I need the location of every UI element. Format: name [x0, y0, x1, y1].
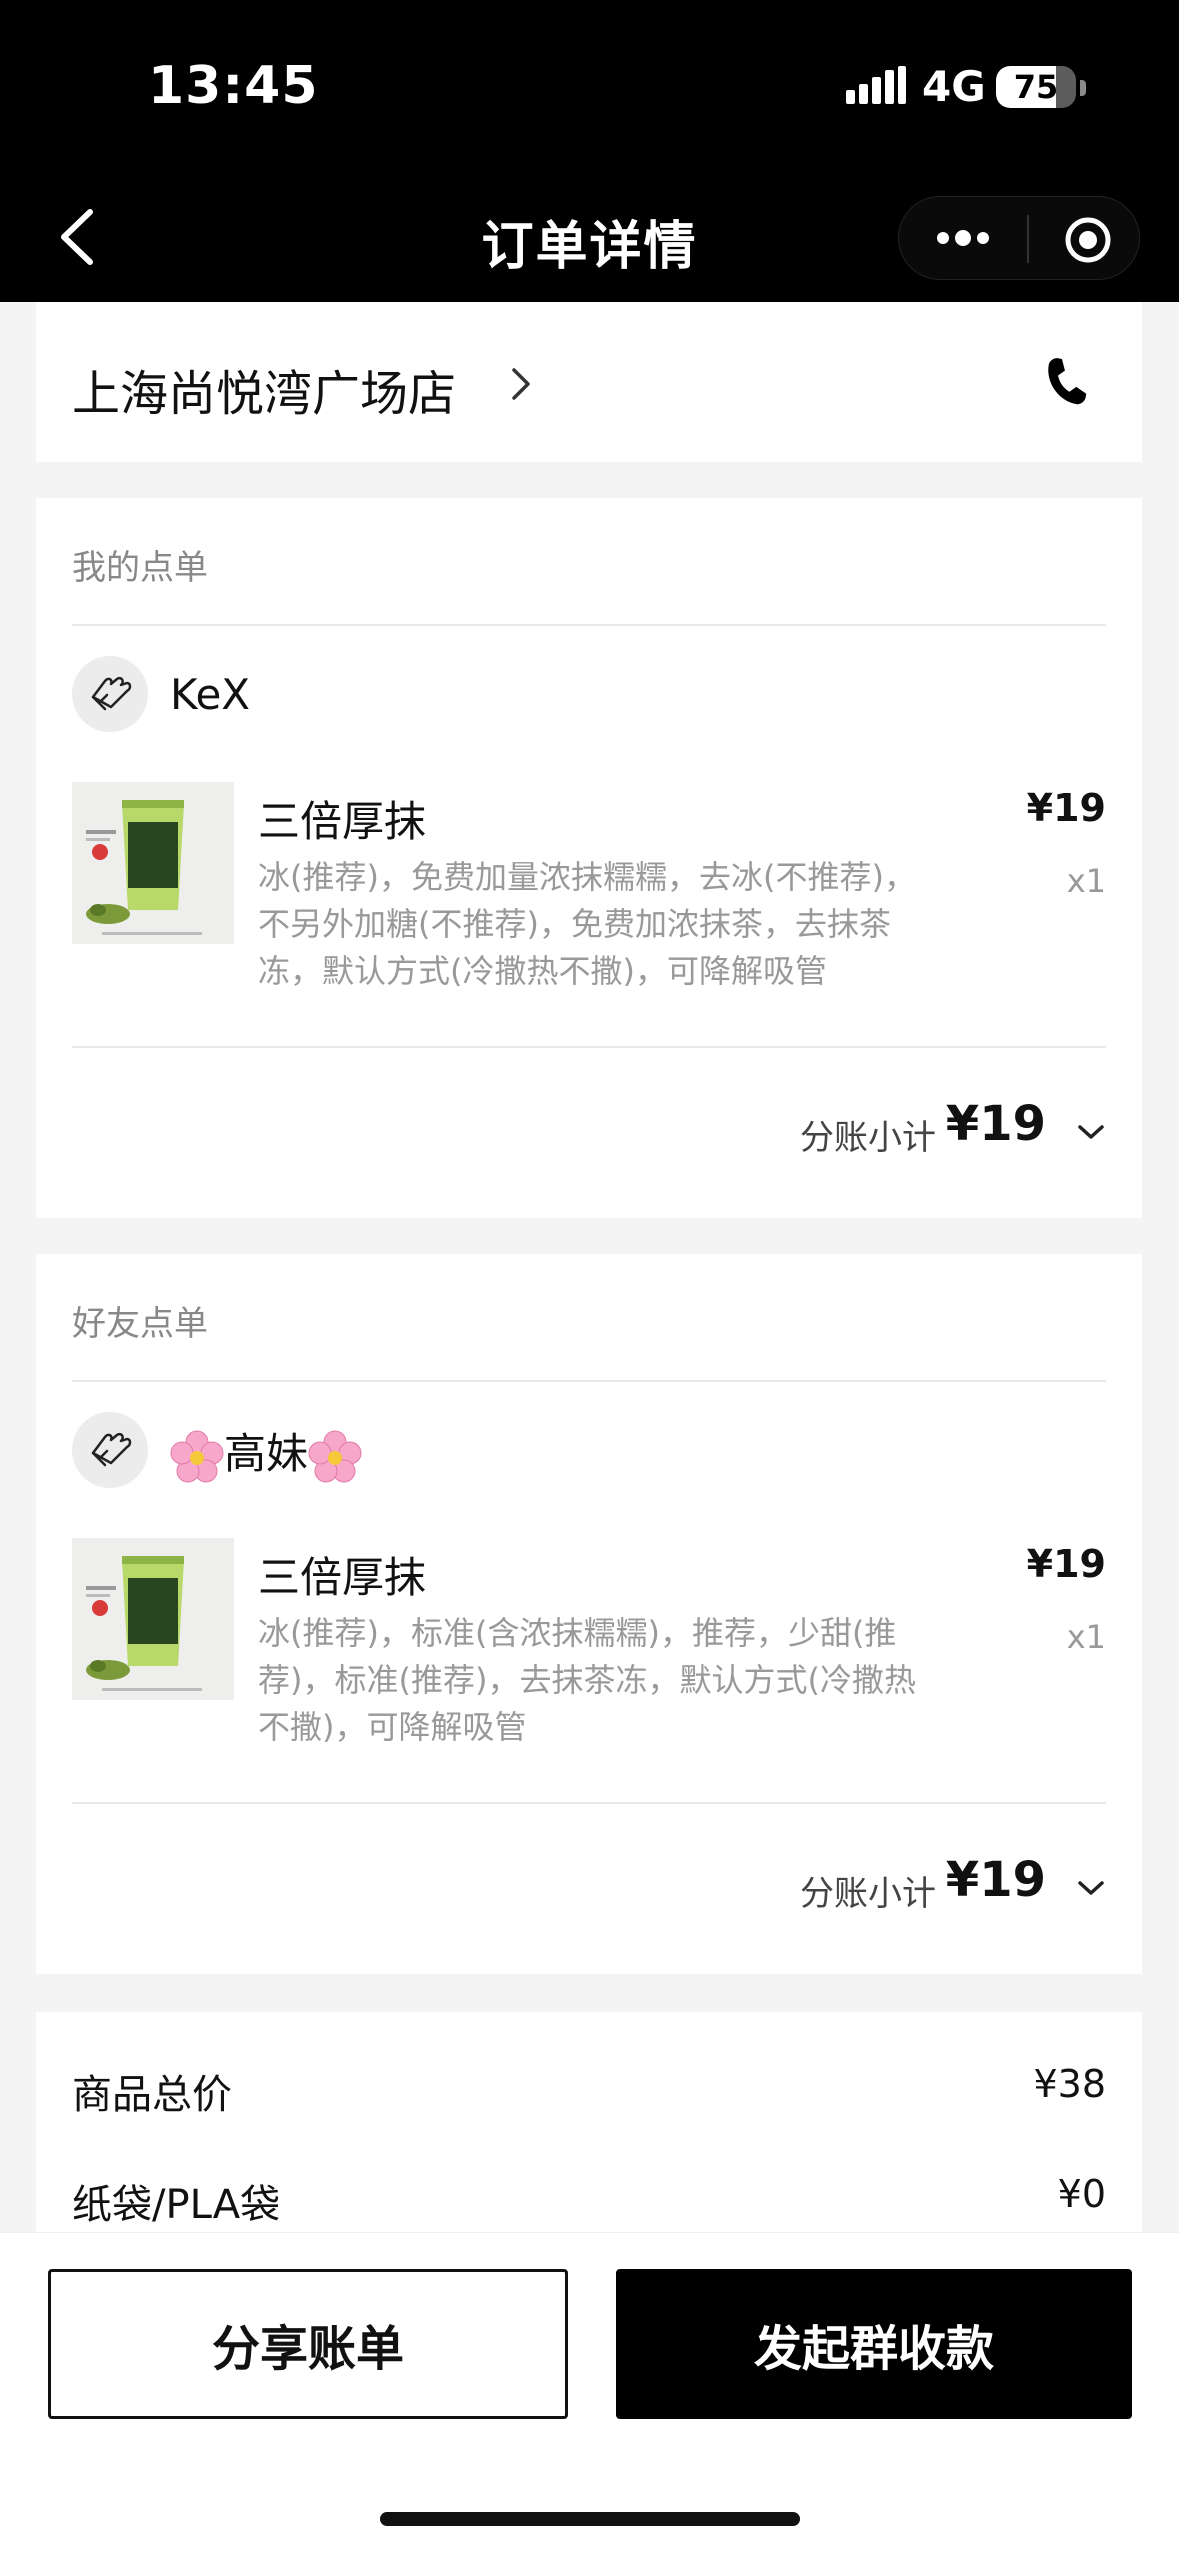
item-spec: 冰(推荐)，免费加量浓抹糯糯，去冰(不推荐)，不另外加糖(不推荐)，免费加浓抹茶… — [258, 858, 916, 990]
bag-price: ¥0 — [1057, 2172, 1106, 2216]
phone-icon[interactable] — [1040, 356, 1092, 408]
bag-label: 纸袋/PLA袋 — [72, 2182, 281, 2228]
chevron-right-icon — [512, 368, 530, 400]
product-image — [72, 782, 234, 944]
subtotal-label: 分账小计 — [800, 1118, 936, 1158]
divider — [72, 1802, 1106, 1804]
mini-program-capsule — [898, 196, 1140, 280]
battery-icon: 75 — [996, 66, 1076, 108]
signal-icon — [846, 66, 906, 104]
user-name-text: 高妹 — [224, 1429, 309, 1478]
my-order-card: 我的点单 KeX 三倍厚抹 冰(推荐)，免费加量浓抹糯糯，去冰(不推荐)，不另外… — [36, 498, 1142, 1218]
status-bar: 13:45 4G 75 — [0, 0, 1179, 172]
more-dots-icon[interactable] — [933, 223, 993, 253]
chef-icon — [91, 676, 132, 711]
battery-nub — [1080, 80, 1086, 96]
share-bill-button[interactable]: 分享账单 — [48, 2269, 568, 2419]
item-spec: 冰(推荐)，标准(含浓抹糯糯)，推荐，少甜(推荐)，标准(推荐)，去抹茶冻，默认… — [258, 1614, 916, 1746]
item-price: ¥19 — [1026, 786, 1106, 830]
divider — [72, 1046, 1106, 1048]
price-summary-card: 商品总价 ¥38 纸袋/PLA袋 ¥0 — [36, 2012, 1142, 2232]
product-image — [72, 1538, 234, 1700]
user-name: KeX — [170, 670, 251, 719]
home-indicator — [380, 2512, 800, 2526]
capsule-divider — [1027, 215, 1029, 263]
chef-icon — [91, 1432, 132, 1467]
divider — [72, 1380, 1106, 1382]
item-name: 三倍厚抹 — [258, 1553, 427, 1602]
battery-level: 75 — [1013, 68, 1059, 106]
store-name[interactable]: 上海尚悦湾广场店 — [72, 354, 456, 424]
section-heading: 好友点单 — [72, 1304, 208, 1344]
item-quantity: x1 — [1066, 1618, 1106, 1656]
subtotal-value: ¥19 — [945, 1096, 1046, 1152]
section-heading: 我的点单 — [72, 548, 208, 588]
network-type: 4G — [922, 62, 986, 111]
subtotal-value: ¥19 — [945, 1852, 1046, 1908]
avatar — [72, 656, 148, 732]
nav-bar: 订单详情 — [0, 172, 1179, 302]
flower-emoji-icon — [170, 1430, 224, 1482]
target-circle-icon[interactable] — [1063, 215, 1113, 265]
flower-emoji-icon — [308, 1430, 362, 1482]
avatar — [72, 1412, 148, 1488]
divider — [72, 624, 1106, 626]
bottom-action-bar: 分享账单 发起群收款 — [0, 2232, 1179, 2556]
store-card[interactable]: 上海尚悦湾广场店 — [36, 302, 1142, 462]
status-time: 13:45 — [148, 56, 319, 116]
friend-order-card: 好友点单 高妹 三倍厚抹 冰(推荐)，标准(含浓抹糯糯)，推荐，少甜(推荐)，标… — [36, 1254, 1142, 1974]
goods-total-value: ¥38 — [1033, 2062, 1106, 2106]
item-price: ¥19 — [1026, 1542, 1106, 1586]
subtotal-label: 分账小计 — [800, 1874, 936, 1914]
chevron-down-icon[interactable] — [1076, 1878, 1106, 1898]
goods-total-label: 商品总价 — [72, 2072, 232, 2118]
user-name: 高妹 — [170, 1420, 362, 1484]
group-collect-button[interactable]: 发起群收款 — [616, 2269, 1132, 2419]
chevron-down-icon[interactable] — [1076, 1122, 1106, 1142]
item-quantity: x1 — [1066, 862, 1106, 900]
item-name: 三倍厚抹 — [258, 797, 427, 846]
